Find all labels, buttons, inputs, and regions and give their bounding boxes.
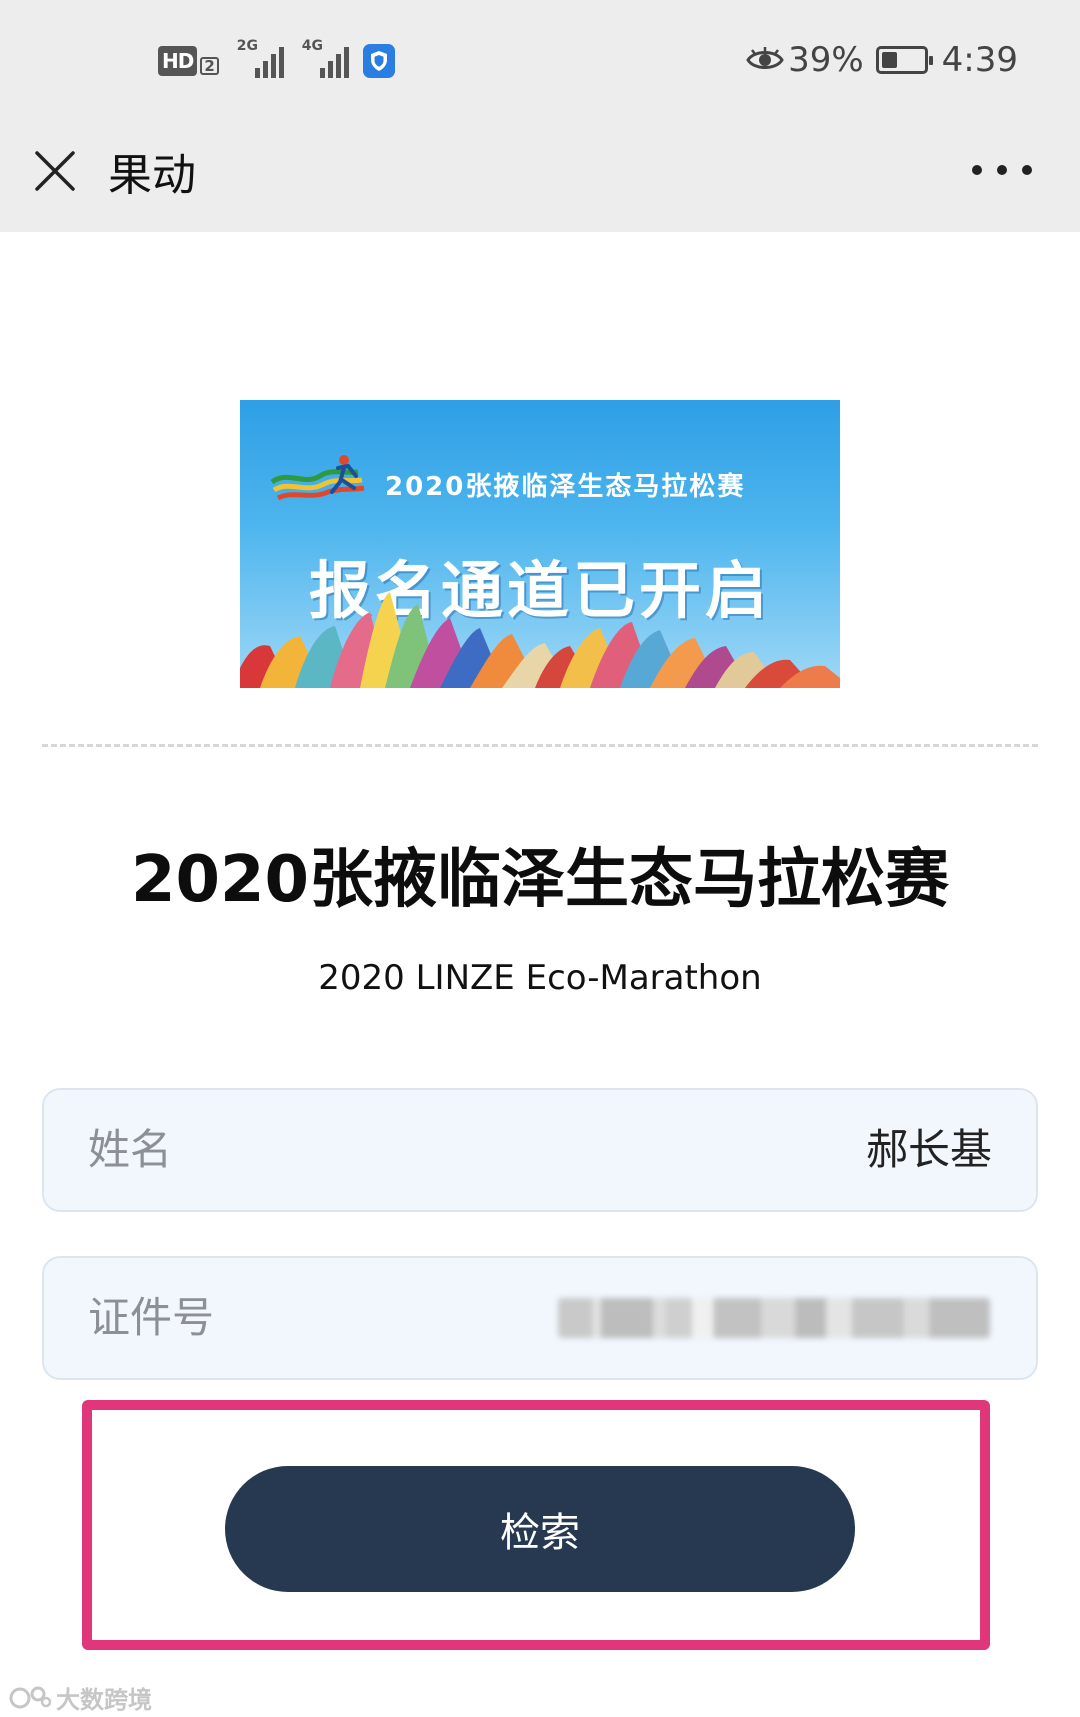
network-type-label: 4G xyxy=(301,38,324,54)
app-title-bar: 果动 xyxy=(0,120,1080,232)
watermark: 大数跨境 xyxy=(8,1680,152,1715)
banner-event-name: 2020张掖临泽生态马拉松赛 xyxy=(385,472,746,502)
close-icon[interactable] xyxy=(32,148,78,194)
more-icon[interactable] xyxy=(972,150,1032,190)
search-button[interactable]: 检索 xyxy=(225,1466,855,1592)
battery-icon xyxy=(875,46,933,74)
battery-level-fill xyxy=(881,52,898,68)
event-subtitle: 2020 LINZE Eco-Marathon xyxy=(318,958,762,998)
signal-icon: 2G xyxy=(237,38,284,78)
battery-percent: 39% xyxy=(788,40,864,80)
name-label: 姓名 xyxy=(88,1125,173,1174)
watermark-text: 大数跨境 xyxy=(56,1686,152,1714)
watermark-logo-icon xyxy=(9,1686,52,1708)
shield-icon xyxy=(362,44,395,78)
name-value[interactable]: 郝长基 xyxy=(866,1120,992,1180)
marathon-logo-icon xyxy=(270,455,365,501)
rainbow-mountains-illustration xyxy=(240,592,840,688)
status-right: 39% 4:39 xyxy=(746,40,1018,80)
status-left: HD 2 2G 4G xyxy=(158,38,395,78)
id-number-field[interactable]: 证件号 xyxy=(42,1256,1038,1380)
id-number-label: 证件号 xyxy=(88,1293,215,1342)
app-title: 果动 xyxy=(108,150,196,201)
name-field[interactable]: 姓名 郝长基 xyxy=(42,1088,1038,1212)
dashed-divider xyxy=(42,744,1038,747)
hd-sim-indicator: 2 xyxy=(200,57,219,75)
status-bar: HD 2 2G 4G 39% 4:39 xyxy=(0,0,1080,120)
event-title: 2020张掖临泽生态马拉松赛 xyxy=(130,843,950,917)
id-number-value-redacted[interactable] xyxy=(558,1298,990,1338)
network-type-label: 2G xyxy=(236,38,259,54)
clock: 4:39 xyxy=(941,40,1018,80)
eye-icon xyxy=(746,47,784,69)
page: HD 2 2G 4G 39% 4:39 果动 2020张掖临泽生态马拉松赛 报名… xyxy=(0,0,1080,1717)
hd-icon: HD xyxy=(158,46,198,76)
signal-icon: 4G xyxy=(302,38,349,78)
event-banner-image: 2020张掖临泽生态马拉松赛 报名通道已开启 xyxy=(240,400,840,688)
